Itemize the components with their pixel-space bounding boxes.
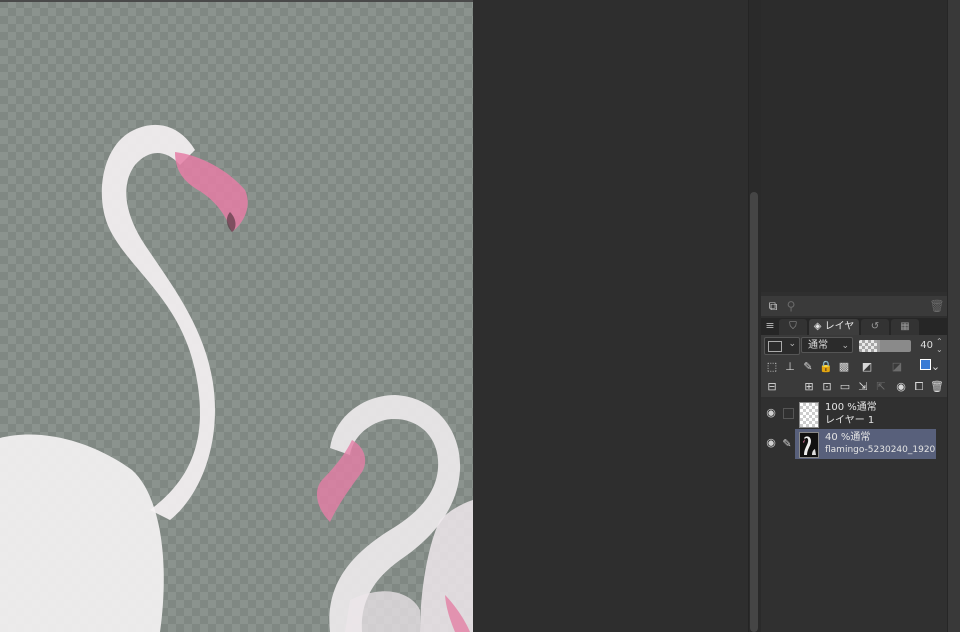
- tab-animation[interactable]: ▦: [891, 319, 919, 335]
- blend-mode-select[interactable]: 通常 ⌄: [801, 337, 853, 353]
- new-layer-icon[interactable]: ⧉: [765, 298, 781, 314]
- opacity-stepper-icon[interactable]: ⌃ ⌄: [936, 338, 943, 354]
- layer-color-swatch: [768, 341, 782, 352]
- transfer-down-icon[interactable]: ⇲: [855, 379, 871, 395]
- layer-opacity-mode: 100 %通常: [825, 402, 877, 413]
- layer-mask-icon[interactable]: ◉: [893, 379, 909, 395]
- layer-search-toolbar: ⧉ ⚲ 🗑: [761, 296, 947, 316]
- chevron-down-icon: ⌄: [841, 341, 849, 351]
- chevron-down-icon: ⌄: [788, 339, 796, 349]
- layer-color-dropdown[interactable]: ⌄: [764, 337, 800, 355]
- delete-layer-icon[interactable]: 🗑: [929, 379, 945, 395]
- trash-icon[interactable]: 🗑: [929, 298, 945, 314]
- layer-name: flamingo-5230240_1920: [825, 445, 936, 455]
- pencil-icon[interactable]: ✎: [781, 437, 793, 451]
- layer-opacity-mode: 40 %通常: [825, 432, 871, 443]
- undo-history-icon: ↺: [870, 321, 880, 332]
- canvas-top-border: [0, 0, 473, 2]
- layer-property-icon: ⛉: [789, 321, 797, 332]
- panel-scrollbar[interactable]: [947, 0, 960, 632]
- layer-tool-row-1: ⬚ ⊥ ✎ 🔒 ▩ ◩ ◪ ⌄: [761, 357, 947, 377]
- layer-thumbnail: [799, 432, 819, 458]
- menu-icon[interactable]: ≡: [764, 319, 776, 333]
- layer-row-selected[interactable]: ◉ ✎ 40 %通常 flamingo-5230240_1920: [761, 429, 947, 459]
- layer-row[interactable]: ◉ 100 %通常 レイヤー 1: [761, 399, 947, 429]
- new-folder-icon[interactable]: ▭: [837, 379, 853, 395]
- layer-palette-icon[interactable]: ⊟: [764, 379, 780, 395]
- lock-icon[interactable]: 🔒: [818, 359, 834, 375]
- right-panel: ⧉ ⚲ 🗑 ≡ ⛉ ◈ レイヤー ↺ ▦ ⌄ 通常 ⌄: [761, 0, 960, 632]
- layer-color-icon[interactable]: ⌄: [919, 359, 941, 375]
- animation-icon: ▦: [900, 321, 910, 332]
- reference-layer-icon[interactable]: ⊥: [782, 359, 798, 375]
- upper-panel-area: [761, 0, 947, 292]
- eye-icon[interactable]: ◉: [765, 437, 777, 449]
- clip-layer-icon[interactable]: ⬚: [764, 359, 780, 375]
- draft-layer-icon[interactable]: ✎: [800, 359, 816, 375]
- panel-tabbar: ≡ ⛉ ◈ レイヤー ↺ ▦: [761, 318, 947, 348]
- blend-opacity-row: ⌄ 通常 ⌄ 40 ⌃ ⌄: [761, 335, 947, 357]
- eye-icon[interactable]: ◉: [765, 407, 777, 419]
- canvas[interactable]: [0, 0, 473, 632]
- new-vector-layer-icon[interactable]: ⊡: [819, 379, 835, 395]
- opacity-value[interactable]: 40: [915, 338, 933, 354]
- new-raster-layer-icon[interactable]: ⊞: [801, 379, 817, 395]
- layer-tool-row-2: ⊟ ⊞ ⊡ ▭ ⇲ ⇱ ◉ ⧠ 🗑: [761, 377, 947, 397]
- layer-thumbnail: [799, 402, 819, 428]
- flamingo-thumbnail-icon: [803, 436, 816, 455]
- merge-down-icon[interactable]: ⇱: [873, 379, 889, 395]
- lock-transparency-icon[interactable]: ▩: [836, 359, 852, 375]
- flamingo-image: [0, 0, 473, 632]
- apply-mask-icon[interactable]: ⧠: [911, 379, 927, 395]
- opacity-slider-fill: [859, 340, 880, 352]
- layer-edit-toggle[interactable]: [783, 408, 794, 419]
- search-icon[interactable]: ⚲: [783, 298, 799, 314]
- canvas-scrollbar-thumb[interactable]: [750, 192, 758, 632]
- tab-layer[interactable]: ◈ レイヤー: [809, 319, 859, 348]
- layer-stack-icon: ◈: [813, 321, 822, 332]
- tab-layer-property[interactable]: ⛉: [779, 319, 807, 335]
- tab-undo-history[interactable]: ↺: [861, 319, 889, 335]
- mask-icon[interactable]: ◩: [859, 359, 875, 375]
- layer-list: ◉ 100 %通常 レイヤー 1 ◉ ✎ 40 %通常 flamingo-523…: [761, 399, 947, 632]
- layer-name: レイヤー 1: [825, 415, 875, 426]
- blend-mode-value: 通常: [808, 340, 828, 351]
- opacity-slider[interactable]: [859, 340, 911, 352]
- pasteboard-area: [473, 0, 748, 632]
- ruler-icon[interactable]: ◪: [889, 359, 905, 375]
